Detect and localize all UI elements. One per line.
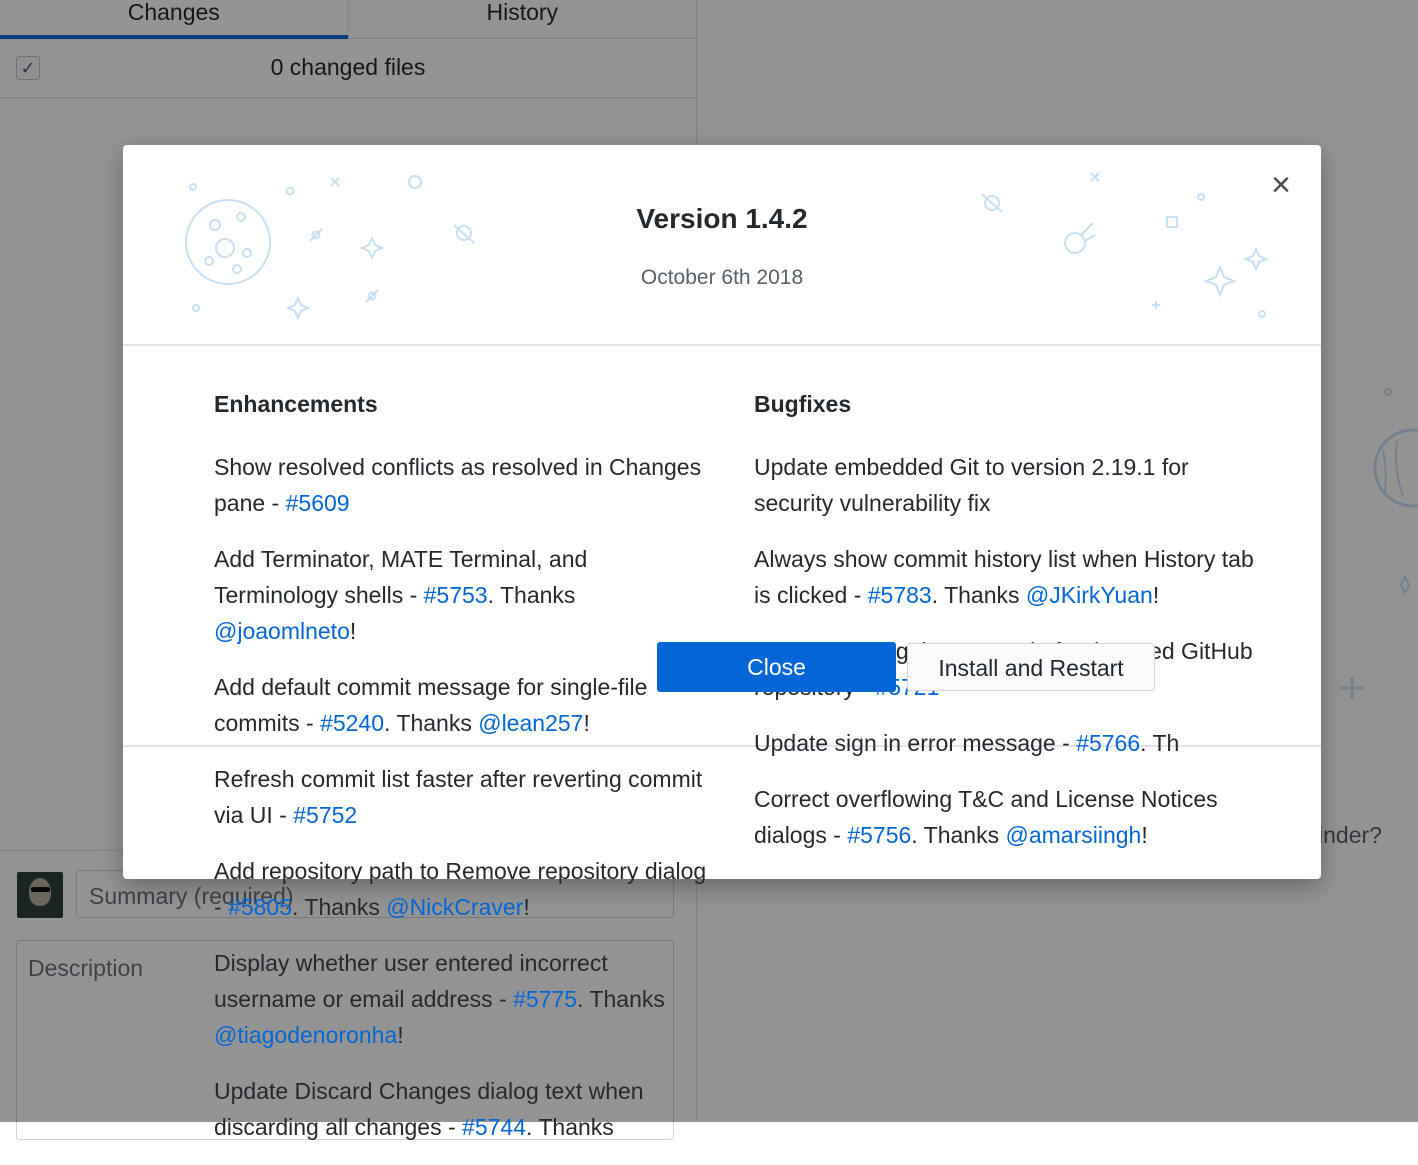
release-note-item: Update sign in error message - #5766. Th (754, 725, 1254, 761)
user-link[interactable]: @lean257 (478, 710, 583, 736)
enhancements-list: Show resolved conflicts as resolved in C… (214, 449, 714, 1145)
note-suffix: ! (349, 618, 357, 644)
release-note-item: Correct overflowing T&C and License Noti… (754, 781, 1254, 853)
release-note-item: Show resolved conflicts as resolved in C… (214, 449, 714, 521)
release-note-item: Update embedded Git to version 2.19.1 fo… (754, 449, 1254, 521)
issue-link[interactable]: #5756 (847, 822, 911, 848)
install-and-restart-button[interactable]: Install and Restart (907, 643, 1155, 691)
note-suffix: ! (523, 894, 530, 920)
dialog-title: Version 1.4.2 (636, 203, 808, 234)
release-note-item: Display whether user entered incorrect u… (214, 945, 714, 1053)
release-note-item: Refresh commit list faster after reverti… (214, 761, 714, 833)
issue-link[interactable]: #5753 (424, 582, 488, 608)
note-suffix: ! (583, 710, 590, 736)
release-note-item: Add Terminator, MATE Terminal, and Termi… (214, 541, 714, 649)
user-link[interactable]: @tiagodenoronha (214, 1022, 397, 1048)
user-link[interactable]: @JKirkYuan (1026, 582, 1153, 608)
note-suffix: ! (397, 1022, 404, 1048)
thanks-text: . Th (1140, 730, 1180, 756)
issue-link[interactable]: #5805 (228, 894, 292, 920)
issue-link[interactable]: #5752 (293, 802, 357, 828)
thanks-text: . Thanks (487, 582, 576, 608)
release-note-item: Add repository path to Remove repository… (214, 853, 714, 925)
issue-link[interactable]: #5775 (513, 986, 577, 1012)
issue-link[interactable]: #5240 (320, 710, 384, 736)
release-date: October 6th 2018 (640, 266, 804, 289)
issue-link[interactable]: #5744 (462, 1114, 526, 1140)
note-text: Update sign in error message - (754, 730, 1077, 756)
note-suffix: ! (1141, 822, 1148, 848)
release-note-item: Always show commit history list when His… (754, 541, 1254, 613)
space-decoration-icon (185, 172, 1269, 321)
thanks-text: . Thanks (526, 1114, 614, 1140)
release-note-item: Update Discard Changes dialog text when … (214, 1073, 714, 1145)
issue-link[interactable]: #5766 (1076, 730, 1140, 756)
note-text: Update embedded Git to version 2.19.1 fo… (754, 454, 1189, 516)
note-text: Refresh commit list faster after reverti… (214, 766, 703, 828)
thanks-text: . Thanks (931, 582, 1026, 608)
release-note-item: Add default commit message for single-fi… (214, 669, 714, 741)
user-link[interactable]: @NickCraver (386, 894, 523, 920)
issue-link[interactable]: #5609 (286, 490, 350, 516)
user-link[interactable]: @joaomlneto (214, 618, 350, 644)
close-icon[interactable]: × (1266, 168, 1296, 202)
thanks-text: . Thanks (292, 894, 387, 920)
thanks-text: . Thanks (911, 822, 1006, 848)
issue-link[interactable]: #5783 (868, 582, 932, 608)
close-button[interactable]: Close (657, 642, 896, 692)
dialog-header: Version 1.4.2 October 6th 2018 × (123, 145, 1321, 346)
user-link[interactable]: @amarsiingh (1005, 822, 1141, 848)
thanks-text: . Thanks (577, 986, 665, 1012)
enhancements-column: Enhancements Show resolved conflicts as … (214, 386, 714, 1165)
note-suffix: ! (1152, 582, 1160, 608)
thanks-text: . Thanks (384, 710, 479, 736)
